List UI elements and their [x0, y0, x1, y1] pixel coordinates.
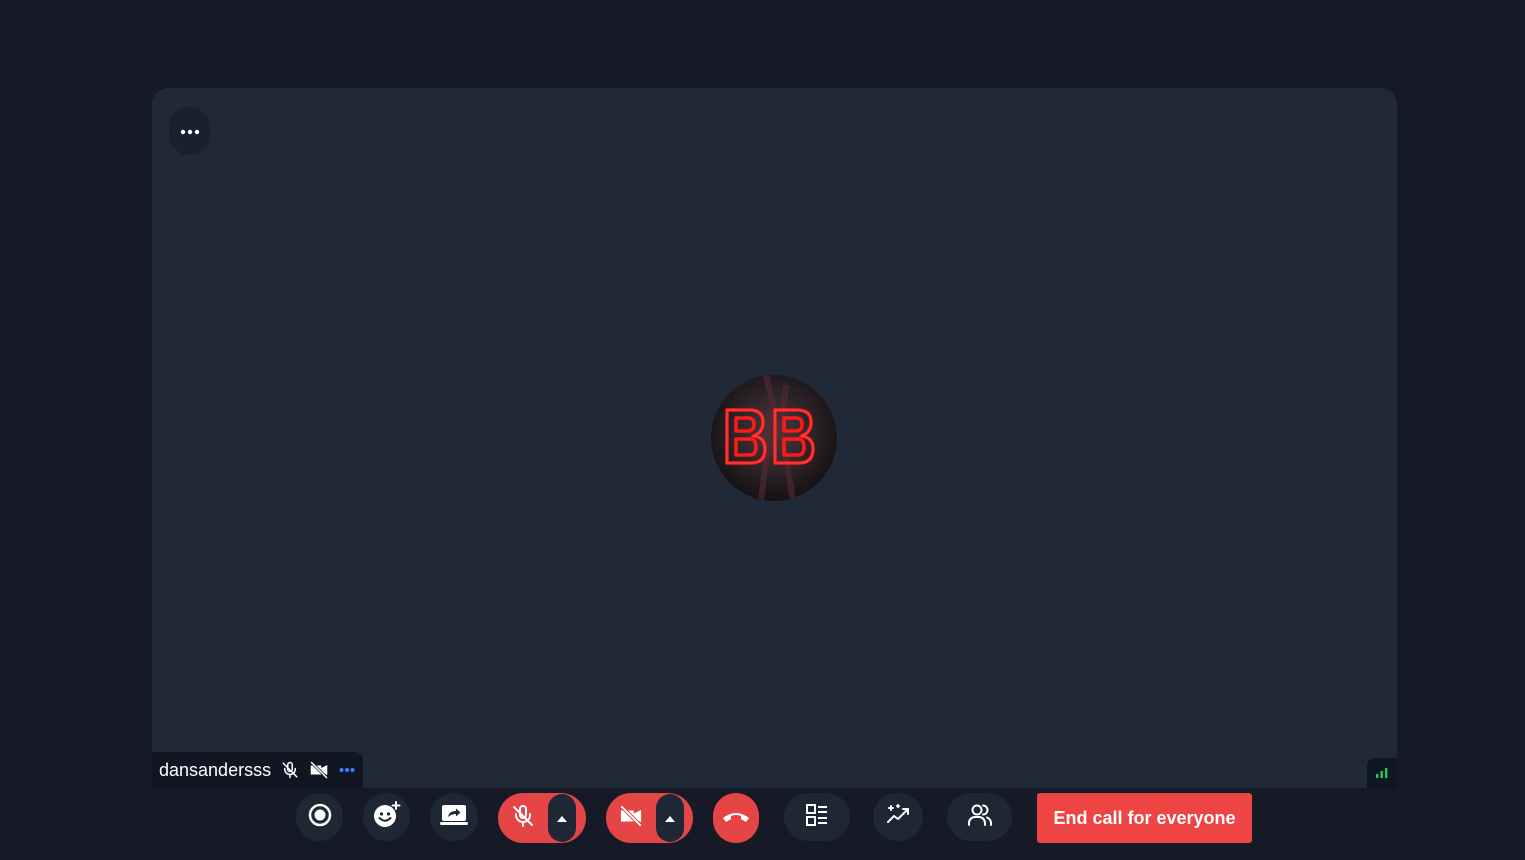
emoji-add-icon	[373, 800, 401, 834]
mic-off-icon	[511, 804, 535, 833]
video-stage: dansandersss	[152, 88, 1397, 788]
participants-button[interactable]	[947, 793, 1012, 841]
microphone-options-button[interactable]	[548, 794, 576, 842]
share-screen-button[interactable]	[430, 793, 478, 841]
more-horizontal-icon	[180, 122, 200, 140]
call-toolbar: End call for everyone	[0, 793, 1525, 843]
camera-button[interactable]	[606, 793, 656, 843]
participant-more-icon[interactable]	[339, 767, 355, 773]
layout-icon	[805, 803, 829, 832]
people-icon	[967, 803, 993, 832]
caret-up-icon	[557, 809, 567, 827]
camera-options-button[interactable]	[656, 794, 684, 842]
mic-off-icon	[281, 761, 299, 779]
mute-button[interactable]	[498, 793, 548, 843]
leave-call-button[interactable]	[713, 793, 759, 843]
screen-share-icon	[440, 804, 468, 831]
tile-options-button[interactable]	[169, 107, 210, 155]
effects-button[interactable]	[873, 793, 923, 841]
participant-avatar	[711, 375, 837, 501]
caret-up-icon	[665, 809, 675, 827]
participant-name-tag: dansandersss	[152, 752, 364, 788]
sparkle-trend-icon	[885, 803, 911, 832]
participant-name: dansandersss	[159, 759, 272, 780]
video-off-icon	[618, 804, 644, 832]
end-call-for-everyone-button[interactable]: End call for everyone	[1037, 793, 1252, 843]
microphone-toggle[interactable]	[498, 793, 586, 843]
camera-toggle[interactable]	[606, 793, 693, 843]
reactions-button[interactable]	[363, 793, 410, 841]
phone-hangup-icon	[721, 809, 751, 828]
record-icon	[307, 802, 333, 833]
signal-strength-icon	[1367, 758, 1397, 788]
layout-button[interactable]	[784, 793, 850, 841]
video-off-icon	[309, 761, 329, 779]
record-button[interactable]	[296, 793, 343, 841]
